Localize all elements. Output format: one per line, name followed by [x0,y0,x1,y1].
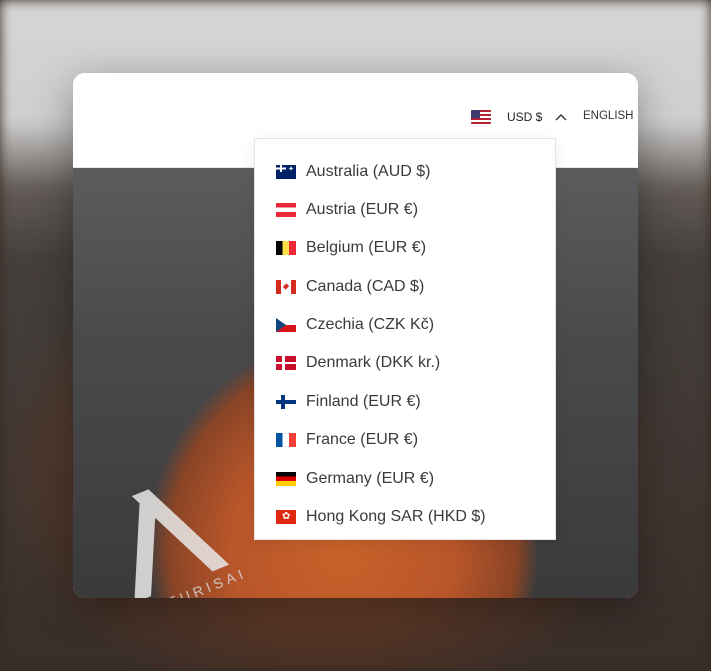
currency-option-label: Hong Kong SAR (HKD $) [306,508,486,525]
de-flag-icon [276,472,296,486]
us-flag-icon [471,110,491,124]
fr-flag-icon [276,433,296,447]
be-flag-icon [276,241,296,255]
currency-dropdown: Australia (AUD $) Austria (EUR €) Belgiu… [254,138,556,540]
hk-flag-icon [276,510,296,524]
currency-option-belgium[interactable]: Belgium (EUR €) [255,229,555,267]
at-flag-icon [276,203,296,217]
currency-selector-label: USD $ [507,110,543,124]
currency-option-australia[interactable]: Australia (AUD $) [255,153,555,191]
currency-selector[interactable]: USD $ [471,108,568,126]
currency-option-czechia[interactable]: Czechia (CZK Kč) [255,306,555,344]
currency-option-label: France (EUR €) [306,431,419,448]
ca-flag-icon [276,280,296,294]
currency-option-hong-kong[interactable]: Hong Kong SAR (HKD $) [255,498,555,536]
currency-option-label: Belgium (EUR €) [306,239,427,256]
currency-option-label: Austria (EUR €) [306,201,419,218]
currency-option-label: Canada (CAD $) [306,278,425,295]
currency-option-germany[interactable]: Germany (EUR €) [255,460,555,498]
currency-option-label: Finland (EUR €) [306,393,421,410]
dk-flag-icon [276,356,296,370]
language-selector[interactable]: ENGLISH [583,110,634,122]
currency-option-label: Denmark (DKK kr.) [306,354,441,371]
fi-flag-icon [276,395,296,409]
currency-option-label: Germany (EUR €) [306,470,435,487]
chevron-up-icon [554,110,568,124]
au-flag-icon [276,165,296,179]
currency-option-austria[interactable]: Austria (EUR €) [255,191,555,229]
currency-option-canada[interactable]: Canada (CAD $) [255,268,555,306]
currency-option-label: Czechia (CZK Kč) [306,316,435,333]
currency-option-france[interactable]: France (EUR €) [255,421,555,459]
currency-option-finland[interactable]: Finland (EUR €) [255,383,555,421]
currency-option-denmark[interactable]: Denmark (DKK kr.) [255,344,555,382]
currency-option-label: Australia (AUD $) [306,163,431,180]
cz-flag-icon [276,318,296,332]
